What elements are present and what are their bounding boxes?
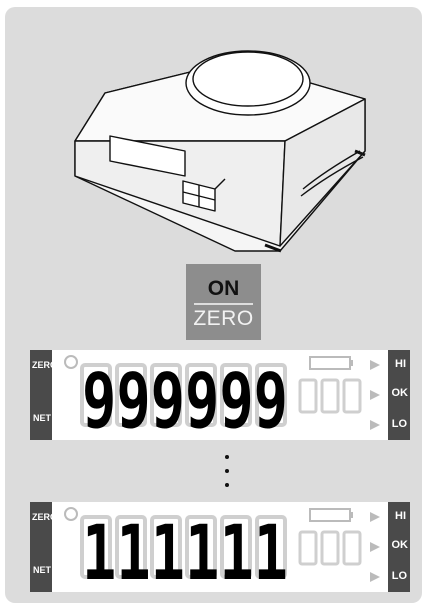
- right-indicator-strip: HI OK LO: [388, 350, 410, 440]
- segment-display: 999999: [64, 355, 380, 445]
- reading-digits: 111111: [82, 508, 288, 592]
- left-indicator-strip: ZERO NET: [30, 350, 57, 440]
- lcd-window: 999999: [52, 350, 388, 445]
- lcd-window: 111111: [52, 502, 388, 597]
- reading-digits: 999999: [82, 356, 288, 440]
- key-divider: [194, 303, 253, 305]
- segment-display: 111111: [64, 507, 380, 597]
- lo-indicator-label: LO: [391, 570, 407, 582]
- lo-indicator-label: LO: [391, 418, 407, 430]
- zero-label: ZERO: [193, 307, 254, 330]
- ok-indicator-label: OK: [391, 387, 409, 399]
- instruction-panel: ON ZERO ZERO NET 999999 HI OK LO ZERO NE…: [5, 7, 422, 603]
- continuation-dots: [223, 455, 231, 500]
- right-indicator-strip: HI OK LO: [388, 502, 410, 592]
- ok-indicator-label: OK: [391, 539, 409, 551]
- lcd-display-ones: ZERO NET 111111 HI OK LO: [30, 502, 410, 597]
- lcd-display-full: ZERO NET 999999 HI OK LO: [30, 350, 410, 445]
- hi-indicator-label: HI: [395, 358, 406, 370]
- scale-illustration: [74, 50, 366, 253]
- on-label: ON: [207, 277, 240, 300]
- left-indicator-strip: ZERO NET: [30, 502, 57, 592]
- net-indicator-label: NET: [33, 565, 51, 575]
- net-indicator-label: NET: [33, 413, 51, 423]
- on-zero-key[interactable]: ON ZERO: [186, 264, 261, 340]
- hi-indicator-label: HI: [395, 510, 406, 522]
